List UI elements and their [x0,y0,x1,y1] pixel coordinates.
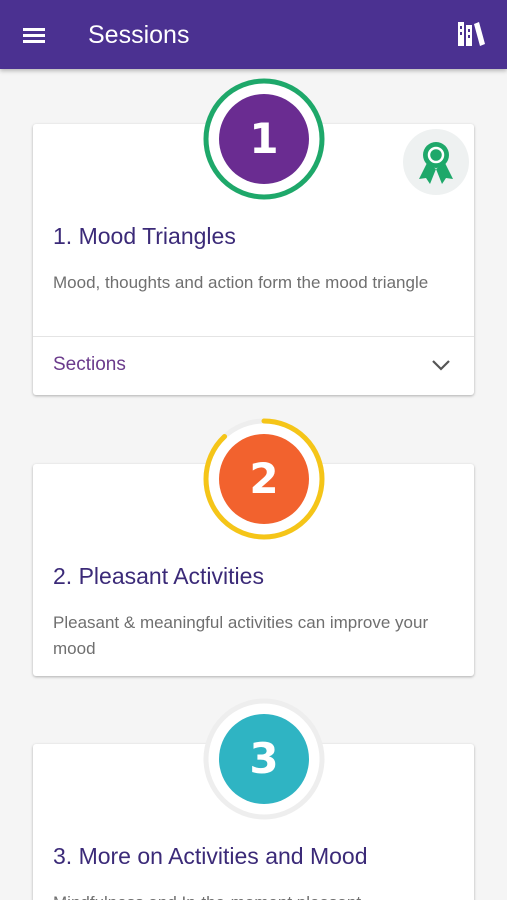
sections-dropdown[interactable]: Sections [33,336,474,395]
library-button[interactable] [452,17,490,51]
award-badge [403,129,469,195]
sections-label: Sections [53,354,126,375]
hamburger-menu-icon [18,20,52,50]
session-number: 3 [249,734,279,783]
chevron-down-icon [430,357,452,373]
award-ribbon-icon [403,142,469,199]
library-books-icon [452,22,490,55]
session-number: 2 [249,454,279,503]
session-description: Mood, thoughts and action form the mood … [53,273,429,292]
session-description: Pleasant & meaningful activities can imp… [53,613,429,658]
session-badge-2[interactable]: 2 [199,414,329,544]
session-number: 1 [249,114,279,163]
session-badge-3[interactable]: 3 [199,694,329,824]
sessions-list: 1. Mood Triangles Mood, thoughts and act… [0,69,507,900]
menu-button[interactable] [18,20,52,50]
session-title: 1. Mood Triangles [53,223,236,249]
app-bar: Sessions [0,0,507,69]
page-title: Sessions [88,21,190,49]
session-description: Mindfulness and In-the-moment pleasant [53,890,453,900]
session-title: 3. More on Activities and Mood [53,843,368,869]
session-title: 2. Pleasant Activities [53,563,264,589]
session-badge-1[interactable]: 1 [199,74,329,204]
